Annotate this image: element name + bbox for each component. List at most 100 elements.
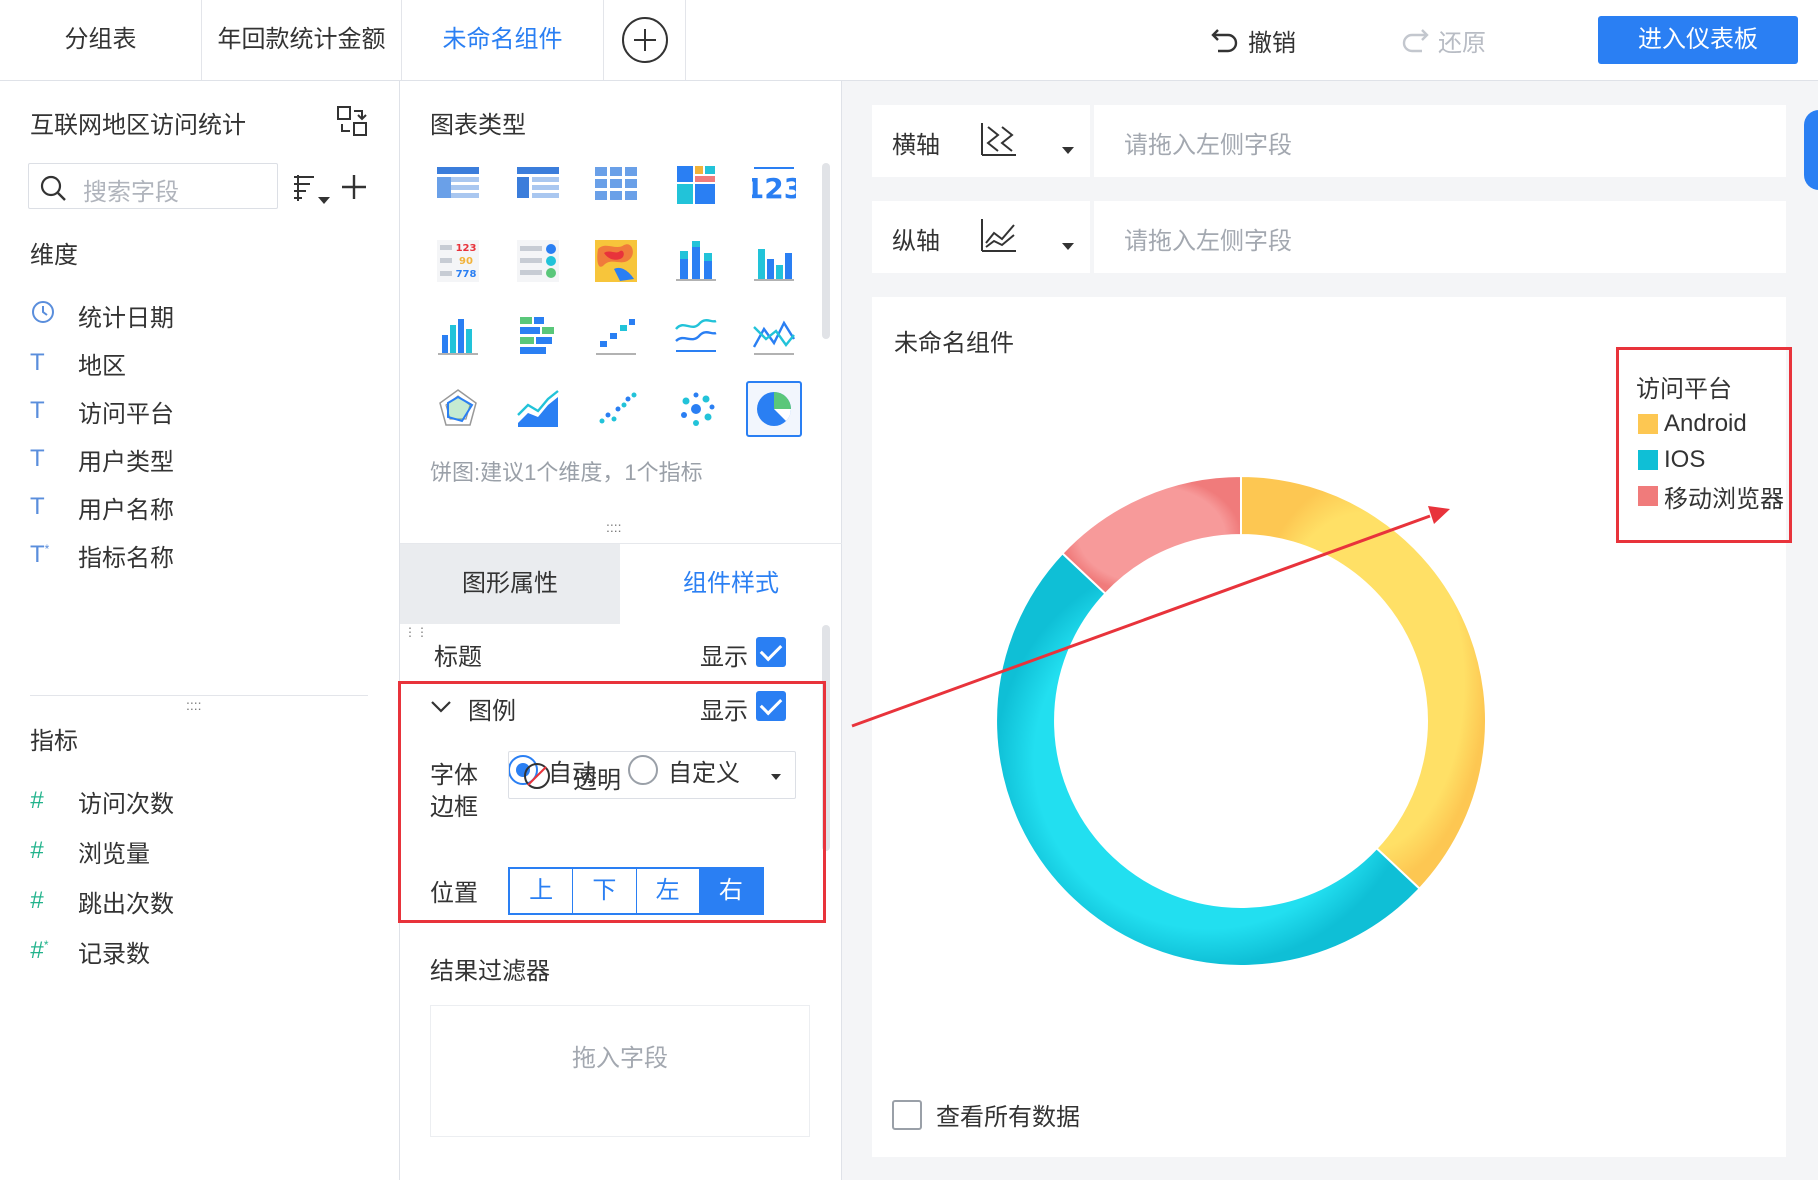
waterfall-chart-icon[interactable] xyxy=(588,307,644,363)
legend-label: 移动浏览器 xyxy=(1664,485,1784,513)
treemap-icon[interactable] xyxy=(668,157,724,213)
field-panel: 互联网地区访问统计 搜索字段 维度 统计日期 T 地区 T 访问平台 T 用户类… xyxy=(0,81,400,1180)
donut-slice-Android[interactable] xyxy=(1240,474,1487,891)
legend-swatch xyxy=(1638,450,1658,470)
enter-dashboard-button[interactable]: 进入仪表板 xyxy=(1598,16,1798,64)
cross-table-icon[interactable] xyxy=(588,157,644,213)
measure-field[interactable]: # 浏览量 xyxy=(30,833,150,869)
switch-dataset-icon[interactable] xyxy=(336,105,368,137)
kpi-number-icon[interactable]: 123 xyxy=(746,157,802,213)
line-chart-icon[interactable] xyxy=(746,307,802,363)
search-icon xyxy=(40,175,66,201)
result-filter-drop-zone[interactable]: 拖入字段 xyxy=(430,1005,810,1137)
dimension-field-label: 统计日期 xyxy=(78,304,174,332)
caret-down-icon[interactable] xyxy=(1062,147,1074,154)
stacked-bar-icon[interactable] xyxy=(668,233,724,289)
tab-unnamed-component[interactable]: 未命名组件 xyxy=(402,0,604,80)
measure-field-label: 记录数 xyxy=(78,940,150,968)
title-show-label: 显示 xyxy=(700,644,748,671)
legend-item[interactable]: Android xyxy=(1638,409,1747,439)
dimension-field[interactable]: T 地区 xyxy=(30,345,126,381)
view-all-data-checkbox[interactable] xyxy=(892,1099,922,1130)
svg-text:778: 778 xyxy=(456,269,477,280)
text-type-calc-icon: T* xyxy=(30,541,50,568)
legend-label: Android xyxy=(1664,410,1747,437)
radar-chart-icon[interactable] xyxy=(430,381,486,437)
grouped-table-icon[interactable] xyxy=(430,157,486,213)
bubble-chart-icon[interactable] xyxy=(668,381,724,437)
multi-bar-icon[interactable] xyxy=(746,233,802,289)
text-type-icon: T xyxy=(30,493,45,520)
chart-type-scrollbar[interactable] xyxy=(822,163,830,339)
measure-field[interactable]: #* 记录数 xyxy=(30,933,150,969)
donut-slice-IOS[interactable] xyxy=(995,551,1422,967)
dimension-field-label: 访问平台 xyxy=(78,400,174,428)
x-axis-type-icon[interactable] xyxy=(978,119,1018,159)
tab-annual-payment[interactable]: 年回款统计金额 xyxy=(202,0,402,80)
measure-field[interactable]: # 跳出次数 xyxy=(30,883,174,919)
detail-table-icon[interactable] xyxy=(510,157,566,213)
scatter-chart-icon[interactable] xyxy=(588,381,644,437)
undo-icon xyxy=(1211,29,1238,53)
x-axis-drop-row: 横轴 请拖入左侧字段 xyxy=(872,105,1786,177)
number-type-icon: # xyxy=(30,787,44,814)
view-all-data-label: 查看所有数据 xyxy=(936,1104,1080,1131)
dimension-field[interactable]: T 用户名称 xyxy=(30,489,174,525)
kpi-list-icon[interactable]: 123 90 778 xyxy=(430,233,486,289)
drag-handle[interactable]: ⋮⋮ xyxy=(404,625,428,639)
svg-text:123: 123 xyxy=(456,243,477,254)
dataset-title: 互联网地区访问统计 xyxy=(30,112,246,139)
column-chart-icon[interactable] xyxy=(430,307,486,363)
dimension-field-label: 用户名称 xyxy=(78,496,174,524)
y-axis-label: 纵轴 xyxy=(892,228,940,255)
add-field-icon[interactable] xyxy=(340,173,368,201)
tab-component-style[interactable]: 组件样式 xyxy=(621,544,841,624)
title-show-checkbox[interactable] xyxy=(756,637,786,667)
y-axis-drop-row: 纵轴 请拖入左侧字段 xyxy=(872,201,1786,273)
resize-handle[interactable]: :::: xyxy=(606,519,622,535)
add-tab-button[interactable] xyxy=(604,0,686,80)
dimension-section-label: 维度 xyxy=(30,242,78,269)
measure-section-label: 指标 xyxy=(30,728,78,755)
collapse-side-handle[interactable] xyxy=(1804,110,1818,190)
top-bar: 分组表 年回款统计金额 未命名组件 撤销 还原 进入仪表板 xyxy=(0,0,1818,81)
dimension-field[interactable]: T 访问平台 xyxy=(30,393,174,429)
horizontal-bar-icon[interactable] xyxy=(510,307,566,363)
redo-button[interactable]: 还原 xyxy=(1400,0,1486,80)
title-setting-label: 标题 xyxy=(434,644,482,671)
chart-canvas: 横轴 请拖入左侧字段 纵轴 请拖入左侧字段 未命名组件 访问平台 Android… xyxy=(842,81,1818,1180)
donut-slice-移动浏览器[interactable] xyxy=(1060,474,1242,596)
dimension-field[interactable]: T 用户类型 xyxy=(30,441,174,477)
field-search-input[interactable]: 搜索字段 xyxy=(28,163,278,209)
view-all-data-toggle[interactable]: 查看所有数据 xyxy=(892,1097,1080,1132)
y-axis-placeholder[interactable]: 请拖入左侧字段 xyxy=(1124,221,1292,256)
tab-graph-properties[interactable]: 图形属性 xyxy=(400,544,620,624)
chart-type-hint: 饼图:建议1个维度，1个指标 xyxy=(430,460,703,485)
legend-swatch xyxy=(1638,414,1658,434)
x-axis-placeholder[interactable]: 请拖入左侧字段 xyxy=(1124,125,1292,160)
pie-chart-icon[interactable] xyxy=(746,381,802,437)
legend-title: 访问平台 xyxy=(1636,376,1732,403)
dimension-field[interactable]: 统计日期 xyxy=(30,297,174,333)
annotation-highlight-box xyxy=(398,681,826,923)
text-type-icon: T xyxy=(30,397,45,424)
text-type-icon: T xyxy=(30,349,45,376)
tab-group-table[interactable]: 分组表 xyxy=(0,0,202,80)
property-tabs: 图形属性 组件样式 xyxy=(400,543,842,624)
legend-item[interactable]: IOS xyxy=(1638,445,1705,475)
sort-filter-icon[interactable] xyxy=(292,173,332,207)
heatmap-icon[interactable] xyxy=(588,233,644,289)
caret-down-icon[interactable] xyxy=(1062,243,1074,250)
number-type-icon: # xyxy=(30,887,44,914)
y-axis-type-icon[interactable] xyxy=(978,215,1018,255)
drop-zone-placeholder: 拖入字段 xyxy=(572,1045,668,1072)
undo-button[interactable]: 撤销 xyxy=(1210,0,1296,80)
progress-list-icon[interactable] xyxy=(510,233,566,289)
measure-field[interactable]: # 访问次数 xyxy=(30,783,174,819)
area-chart-icon[interactable] xyxy=(510,381,566,437)
resize-handle[interactable]: :::: xyxy=(186,697,202,713)
multi-line-icon[interactable] xyxy=(668,307,724,363)
legend-item[interactable]: 移动浏览器 xyxy=(1638,481,1784,513)
legend-label: IOS xyxy=(1664,446,1706,473)
dimension-field[interactable]: T* 指标名称 xyxy=(30,537,174,573)
